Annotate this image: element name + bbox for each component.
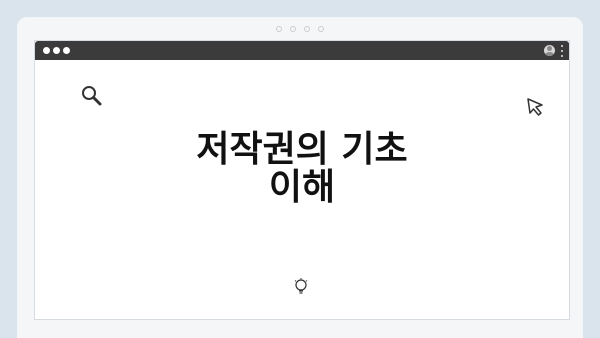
kebab-dot — [561, 50, 563, 52]
window-titlebar — [35, 41, 569, 60]
user-icon[interactable] — [544, 45, 555, 56]
browser-window: 저작권의 기초 이해 — [34, 40, 570, 320]
card-top-dots — [17, 26, 583, 32]
close-dot[interactable] — [43, 47, 50, 54]
top-dot — [290, 26, 296, 32]
search-icon[interactable] — [80, 84, 104, 108]
maximize-dot[interactable] — [63, 47, 70, 54]
kebab-dot — [561, 55, 563, 57]
cursor-icon — [527, 98, 543, 116]
minimize-dot[interactable] — [53, 47, 60, 54]
lightbulb-icon — [294, 278, 308, 294]
top-dot — [318, 26, 324, 32]
kebab-menu-icon[interactable] — [560, 45, 564, 57]
title-line-2: 이해 — [268, 167, 336, 208]
top-dot — [276, 26, 282, 32]
top-dot — [304, 26, 310, 32]
kebab-dot — [561, 45, 563, 47]
page-title: 저작권의 기초 이해 — [35, 131, 569, 207]
title-line-1: 저작권의 기초 — [196, 129, 408, 170]
